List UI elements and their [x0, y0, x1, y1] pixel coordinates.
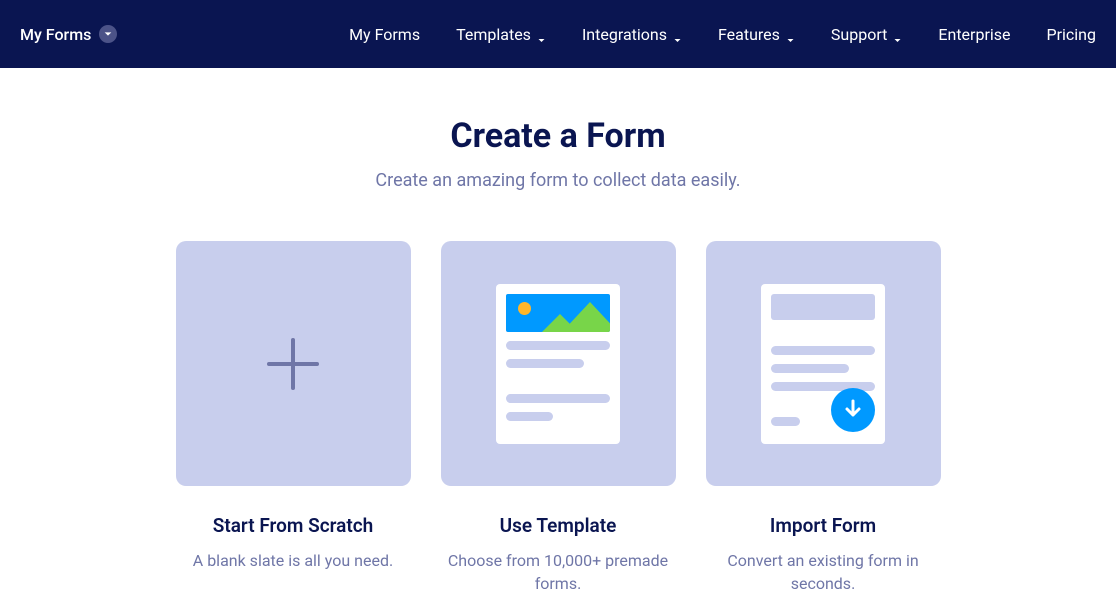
text-line-placeholder — [771, 417, 800, 426]
nav-label: Features — [718, 25, 780, 44]
text-line-placeholder — [771, 346, 875, 355]
page-title: Create a Form — [0, 116, 1116, 156]
mountain-icon — [542, 314, 578, 332]
plus-icon — [267, 338, 319, 390]
card-import-form[interactable] — [706, 241, 941, 486]
card-wrapper-import: Import Form Convert an existing form in … — [706, 241, 941, 595]
nav-item-my-forms[interactable]: My Forms — [349, 25, 420, 44]
text-line-placeholder — [506, 394, 610, 403]
header-placeholder — [771, 294, 875, 320]
nav-item-integrations[interactable]: Integrations — [582, 25, 682, 44]
card-description: Choose from 10,000+ premade forms. — [441, 549, 676, 595]
nav-label: Pricing — [1047, 25, 1097, 44]
import-document-icon — [761, 284, 885, 444]
card-title: Use Template — [500, 514, 617, 537]
text-line-placeholder — [506, 341, 610, 350]
cards-container: Start From Scratch A blank slate is all … — [0, 241, 1116, 595]
nav-item-pricing[interactable]: Pricing — [1047, 25, 1097, 44]
chevron-down-icon — [537, 30, 546, 39]
current-page-dropdown[interactable]: My Forms — [20, 25, 117, 44]
nav-item-features[interactable]: Features — [718, 25, 795, 44]
nav-item-enterprise[interactable]: Enterprise — [938, 25, 1010, 44]
card-title: Start From Scratch — [213, 514, 373, 537]
card-description: Convert an existing form in seconds. — [706, 549, 941, 595]
nav-item-templates[interactable]: Templates — [456, 25, 546, 44]
chevron-down-icon — [673, 30, 682, 39]
navbar-right: My Forms Templates Integrations Features… — [349, 25, 1096, 44]
nav-item-support[interactable]: Support — [831, 25, 902, 44]
nav-label: Support — [831, 25, 887, 44]
image-placeholder-icon — [506, 294, 610, 332]
nav-label: Templates — [456, 25, 531, 44]
navbar-left: My Forms — [20, 25, 117, 44]
sun-icon — [518, 302, 531, 315]
card-wrapper-template: Use Template Choose from 10,000+ premade… — [441, 241, 676, 595]
card-wrapper-scratch: Start From Scratch A blank slate is all … — [176, 241, 411, 595]
chevron-down-circle-icon — [99, 25, 117, 43]
top-navbar: My Forms My Forms Templates Integrations… — [0, 0, 1116, 68]
card-start-from-scratch[interactable] — [176, 241, 411, 486]
chevron-down-icon — [893, 30, 902, 39]
chevron-down-icon — [786, 30, 795, 39]
current-page-label: My Forms — [20, 25, 91, 44]
card-use-template[interactable] — [441, 241, 676, 486]
main-content: Create a Form Create an amazing form to … — [0, 68, 1116, 595]
nav-label: My Forms — [349, 25, 420, 44]
nav-label: Integrations — [582, 25, 667, 44]
nav-label: Enterprise — [938, 25, 1010, 44]
text-line-placeholder — [506, 359, 584, 368]
text-line-placeholder — [771, 364, 849, 373]
card-title: Import Form — [770, 514, 876, 537]
page-subtitle: Create an amazing form to collect data e… — [0, 170, 1116, 191]
template-document-icon — [496, 284, 620, 444]
card-description: A blank slate is all you need. — [189, 549, 397, 572]
text-line-placeholder — [506, 412, 553, 421]
download-arrow-icon — [831, 388, 875, 432]
